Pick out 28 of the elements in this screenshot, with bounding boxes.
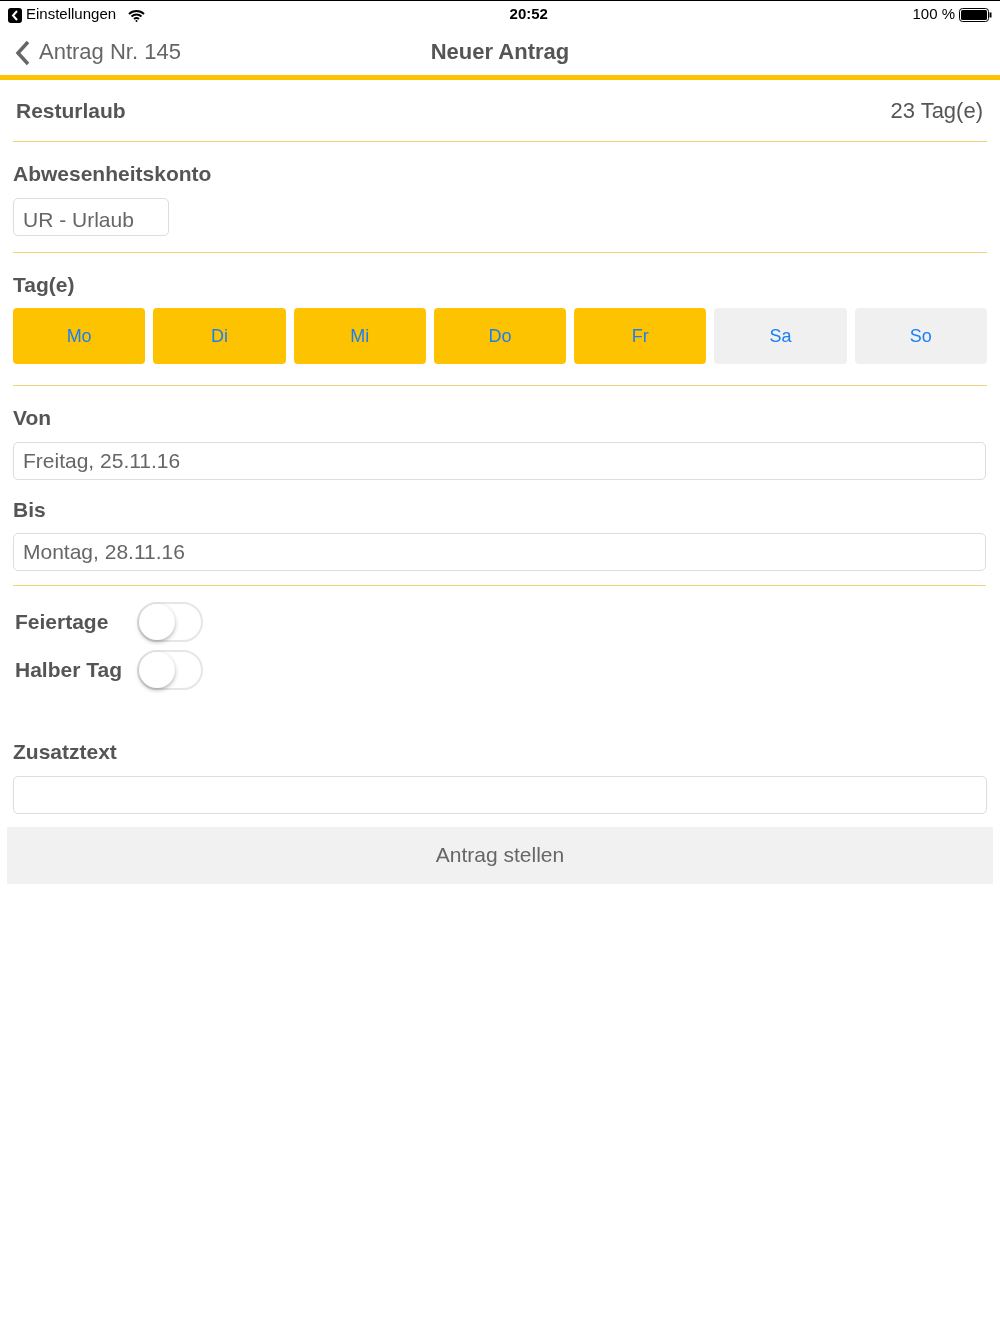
weekday-button[interactable]: Do	[433, 308, 567, 364]
extra-text-label: Zusatztext	[13, 739, 118, 765]
date-label: Von	[13, 405, 53, 431]
toggle-switch[interactable]	[137, 650, 203, 690]
account-label: Abwesenheitskonto	[13, 161, 213, 187]
remaining-value: 23 Tag(e)	[890, 97, 983, 125]
weekday-button[interactable]: Sa	[714, 308, 847, 364]
toggle-label: Halber Tag	[15, 657, 123, 684]
weekday-button[interactable]: Fr	[574, 308, 707, 364]
battery-percentage: 100 %	[912, 4, 955, 25]
submit-button[interactable]: Antrag stellen	[7, 826, 993, 884]
back-button[interactable]: Antrag Nr. 145	[15, 35, 181, 68]
toggle-switch[interactable]	[137, 602, 203, 642]
extra-text-field[interactable]	[13, 775, 987, 814]
weekday-button[interactable]: Mi	[293, 308, 426, 364]
remaining-label: Resturlaub	[16, 97, 126, 124]
weekday-button[interactable]: Mo	[13, 308, 146, 364]
account-select[interactable]: UR - Urlaub	[13, 197, 169, 236]
weekday-button[interactable]: Di	[153, 308, 286, 364]
date-field[interactable]: Freitag, 25.11.16	[13, 441, 986, 480]
page-title: Neuer Antrag	[430, 38, 570, 66]
back-app-link[interactable]: Einstellungen	[26, 3, 117, 26]
clock-time: 20:52	[509, 4, 548, 25]
date-field[interactable]: Montag, 28.11.16	[13, 533, 986, 571]
date-label: Bis	[13, 496, 47, 523]
toggle-label: Feiertage	[15, 609, 110, 636]
days-label: Tag(e)	[13, 271, 76, 298]
weekday-button[interactable]: So	[854, 308, 987, 364]
